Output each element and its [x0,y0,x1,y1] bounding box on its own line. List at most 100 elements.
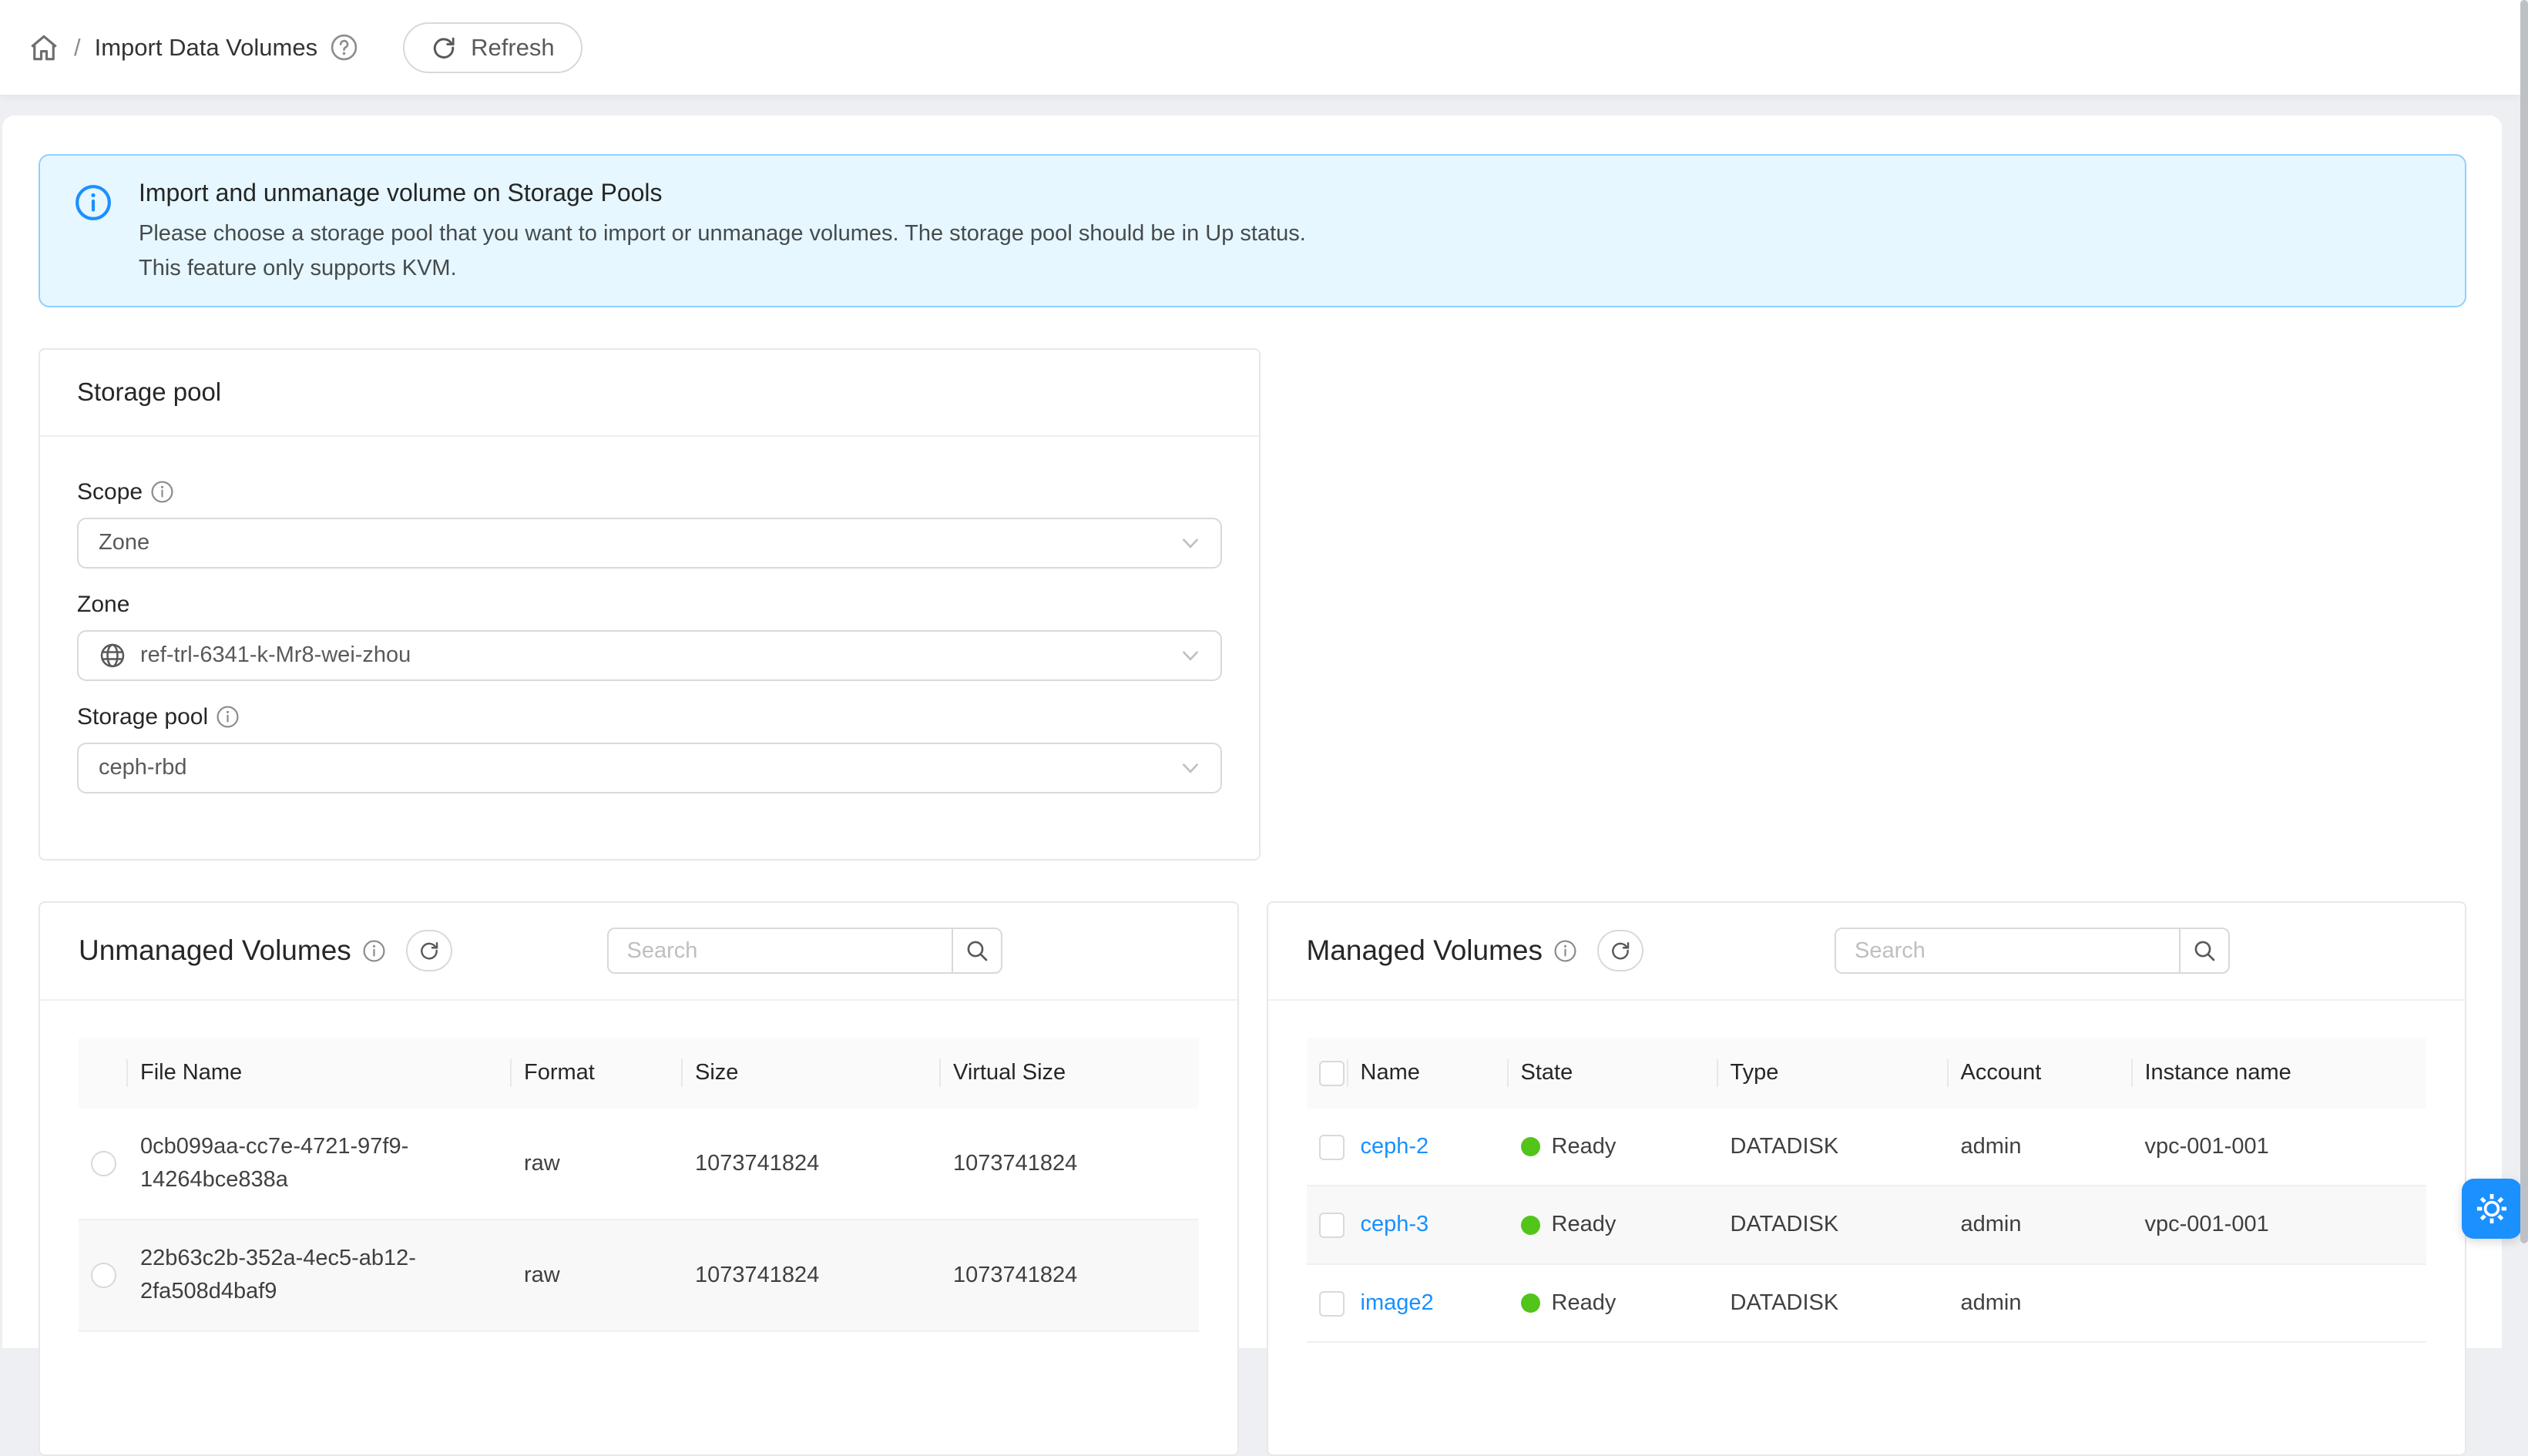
refresh-label: Refresh [471,34,555,62]
scope-label: Scope [77,479,143,505]
column-header-virtual-size[interactable]: Virtual Size [941,1038,1199,1109]
table-row: 0cb099aa-cc7e-4721-97f9-14264bce838a raw… [79,1109,1199,1219]
unmanaged-refresh-button[interactable] [406,930,452,971]
ready-status-dot [1521,1137,1540,1156]
scope-select-value: Zone [99,530,149,555]
column-header-name[interactable]: Name [1348,1038,1509,1109]
unmanaged-volumes-card: Unmanaged Volumes [39,901,1239,1456]
cell-file-name: 0cb099aa-cc7e-4721-97f9-14264bce838a [128,1109,512,1219]
pool-info-icon[interactable] [216,705,240,729]
settings-fab[interactable] [2462,1179,2522,1239]
search-icon [965,938,989,963]
unmanaged-volumes-header: Unmanaged Volumes [40,903,1237,1001]
storage-pool-select-value: ceph-rbd [99,755,186,780]
cell-type: DATADISK [1718,1109,1949,1186]
table-row: ceph-2 Ready DATADISK admin vpc-001-001 [1307,1109,2427,1186]
volumes-section: Unmanaged Volumes [39,901,2466,1456]
unmanaged-table: File Name Format Size Virtual Size 0cb09… [79,1038,1199,1332]
scrollbar-track[interactable] [2520,0,2528,1243]
volume-name-link[interactable]: ceph-3 [1361,1212,1429,1236]
radio-column-header [79,1038,128,1109]
unmanaged-search-button[interactable] [952,928,1002,974]
cell-file-name: 22b63c2b-352a-4ec5-ab12-2fa508d4baf9 [128,1219,512,1331]
column-header-size[interactable]: Size [683,1038,941,1109]
cell-size: 1073741824 [683,1109,941,1219]
cell-instance-name: vpc-001-001 [2133,1109,2427,1186]
select-all-checkbox[interactable] [1319,1061,1345,1086]
info-icon [74,183,112,222]
search-icon [2192,938,2217,963]
refresh-button[interactable]: Refresh [403,22,582,73]
cell-size: 1073741824 [683,1219,941,1331]
breadcrumb-page-title: Import Data Volumes [95,34,317,62]
chevron-down-icon [1180,533,1200,553]
unmanaged-search-input[interactable] [607,928,952,974]
storage-pool-card-title: Storage pool [40,350,1259,437]
table-row: image2 Ready DATADISK admin [1307,1264,2427,1343]
table-row: 22b63c2b-352a-4ec5-ab12-2fa508d4baf9 raw… [79,1219,1199,1331]
zone-label: Zone [77,592,129,618]
state-label: Ready [1552,1130,1617,1164]
ready-status-dot [1521,1293,1540,1313]
row-checkbox[interactable] [1319,1291,1345,1317]
managed-header-row: Name State Type Account Instance name [1307,1038,2427,1109]
column-header-account[interactable]: Account [1949,1038,2133,1109]
scope-info-icon[interactable] [150,480,174,504]
zone-label-row: Zone [77,592,1222,618]
alert-content: Import and unmanage volume on Storage Po… [139,179,1306,286]
cell-instance-name: vpc-001-001 [2133,1186,2427,1264]
column-header-instance-name[interactable]: Instance name [2133,1038,2427,1109]
state-label: Ready [1552,1208,1617,1242]
globe-icon [99,642,126,669]
managed-search-button[interactable] [2179,928,2230,974]
chevron-down-icon [1180,758,1200,778]
info-alert: Import and unmanage volume on Storage Po… [39,154,2466,307]
help-icon[interactable] [330,33,358,62]
managed-refresh-button[interactable] [1597,930,1643,971]
reload-icon [1610,940,1631,961]
row-checkbox[interactable] [1319,1213,1345,1238]
managed-info-icon[interactable] [1553,939,1577,963]
main-content: Import and unmanage volume on Storage Po… [2,116,2502,1348]
scrollbar-thumb[interactable] [2520,0,2528,1243]
unmanaged-table-wrapper: File Name Format Size Virtual Size 0cb09… [40,1001,1237,1332]
storage-pool-card: Storage pool Scope Zone Zone [39,348,1261,861]
scope-select[interactable]: Zone [77,518,1222,569]
cell-virtual-size: 1073741824 [941,1219,1199,1331]
breadcrumb-bar: / Import Data Volumes Refresh [0,0,2520,95]
unmanaged-info-icon[interactable] [362,939,386,963]
reload-icon [418,940,440,961]
row-radio[interactable] [91,1151,116,1176]
cell-format: raw [512,1219,683,1331]
storage-pool-form: Scope Zone Zone ref-trl-6341-k-Mr8-wei-z… [40,437,1259,859]
storage-pool-select[interactable]: ceph-rbd [77,743,1222,793]
managed-volumes-title: Managed Volumes [1307,934,1543,967]
home-icon[interactable] [28,32,60,64]
cell-account: admin [1949,1264,2133,1343]
ready-status-dot [1521,1216,1540,1235]
unmanaged-header-row: File Name Format Size Virtual Size [79,1038,1199,1109]
column-header-state[interactable]: State [1509,1038,1718,1109]
storage-pool-label: Storage pool [77,704,208,730]
row-radio[interactable] [91,1263,116,1288]
column-header-file-name[interactable]: File Name [128,1038,512,1109]
unmanaged-searchbar [607,928,1002,974]
column-header-type[interactable]: Type [1718,1038,1949,1109]
volume-name-link[interactable]: image2 [1361,1290,1434,1315]
cell-format: raw [512,1109,683,1219]
column-header-format[interactable]: Format [512,1038,683,1109]
managed-searchbar [1835,928,2230,974]
pool-label-row: Storage pool [77,704,1222,730]
row-checkbox[interactable] [1319,1135,1345,1160]
zone-select[interactable]: ref-trl-6341-k-Mr8-wei-zhou [77,630,1222,681]
breadcrumb-separator: / [74,34,81,62]
managed-table: Name State Type Account Instance name ce… [1307,1038,2427,1344]
cell-type: DATADISK [1718,1186,1949,1264]
managed-volumes-card: Managed Volumes [1267,901,2467,1456]
managed-search-input[interactable] [1835,928,2179,974]
chevron-down-icon [1180,646,1200,666]
cell-virtual-size: 1073741824 [941,1109,1199,1219]
zone-select-value: ref-trl-6341-k-Mr8-wei-zhou [140,642,411,668]
alert-title: Import and unmanage volume on Storage Po… [139,179,1306,207]
volume-name-link[interactable]: ceph-2 [1361,1134,1429,1159]
